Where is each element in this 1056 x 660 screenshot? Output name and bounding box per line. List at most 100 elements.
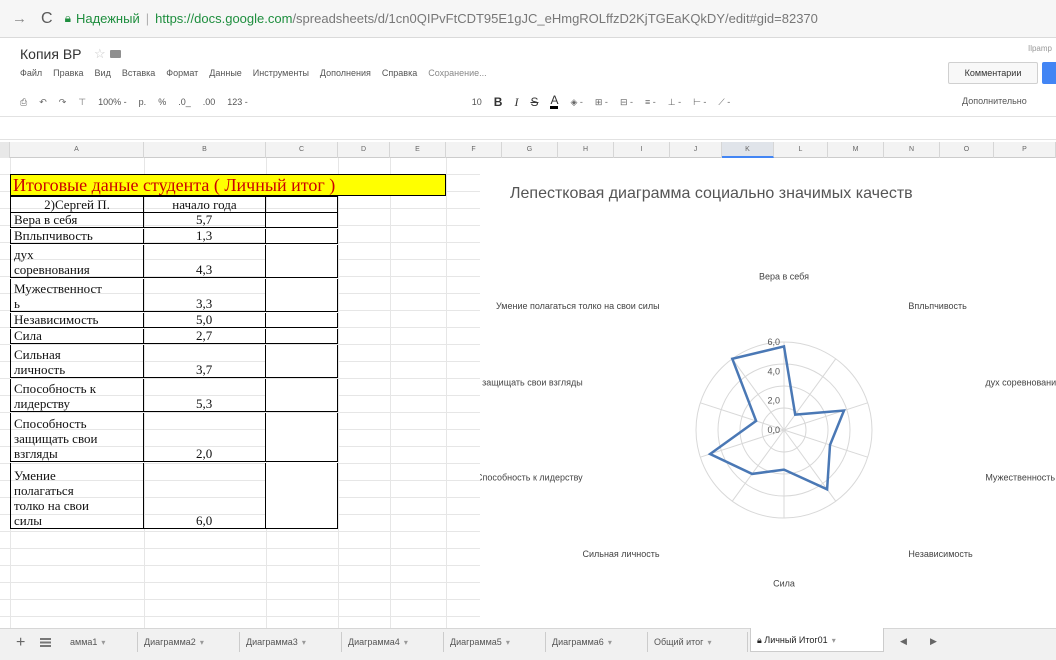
table-title[interactable]: Итоговые даные студента ( Личный итог ) [10,174,446,196]
column-header-p[interactable]: P [994,142,1056,158]
forward-icon[interactable]: → [12,10,27,27]
sheet-tab-5[interactable]: Диаграмма5 ▾ [444,632,546,652]
table-cell-value[interactable]: 5,0 [143,312,266,328]
table-cell-name[interactable]: Вера в себя [10,212,144,228]
increase-decimal-button[interactable]: .00 [203,97,216,107]
table-cell-value[interactable]: 1,3 [143,228,266,244]
table-cell-name[interactable]: Сильная личность [10,345,144,378]
share-button[interactable] [1042,62,1056,84]
sheet-tab-1[interactable]: амма1 ▾ [64,632,138,652]
italic-button[interactable]: I [514,95,518,110]
redo-icon[interactable]: ↷ [59,97,67,108]
scroll-right-icon[interactable]: ▶ [930,636,937,647]
sheet-tab-6[interactable]: Диаграмма6 ▾ [546,632,648,652]
menu-format[interactable]: Формат [166,68,198,78]
column-header-g[interactable]: G [502,142,558,158]
url-host[interactable]: https://docs.google.com [155,11,292,26]
table-cell-empty[interactable] [265,313,338,328]
column-header-l[interactable]: L [774,142,828,158]
table-cell-value[interactable]: 2,7 [143,328,266,344]
table-cell-empty[interactable] [265,463,338,529]
sheet-tab-2[interactable]: Диаграмма2 ▾ [138,632,240,652]
column-header-h[interactable]: H [558,142,614,158]
menu-insert[interactable]: Вставка [122,68,155,78]
column-header-k[interactable]: K [722,142,774,158]
column-header-e[interactable]: E [390,142,446,158]
sheet-tab-active[interactable]: 🔒︎ Личный Итог01 ▾ [750,628,884,652]
menu-addons[interactable]: Дополнения [320,68,371,78]
table-header-value[interactable]: начало года [143,196,266,213]
percent-button[interactable]: % [158,97,166,107]
column-header-m[interactable]: M [828,142,884,158]
table-cell-name[interactable]: Мужественност ь [10,279,144,312]
strikethrough-button[interactable]: S [530,95,538,109]
table-cell-empty[interactable] [265,229,338,244]
table-header-empty[interactable] [265,196,338,213]
sheet-tab-4[interactable]: Диаграмма4 ▾ [342,632,444,652]
menu-help[interactable]: Справка [382,68,417,78]
url-path[interactable]: /spreadsheets/d/1cn0QIPvFtCDT95E1gJC_eHm… [292,11,817,26]
menu-data[interactable]: Данные [209,68,242,78]
menu-view[interactable]: Вид [95,68,111,78]
table-cell-empty[interactable] [265,213,338,228]
column-header-a[interactable]: A [10,142,144,158]
column-header-j[interactable]: J [670,142,722,158]
number-format-select[interactable]: 123 - [227,97,248,107]
table-cell-empty[interactable] [265,379,338,412]
table-header-name[interactable]: 2)Сергей П. [10,196,144,213]
table-cell-value[interactable]: 6,0 [143,463,266,529]
column-header-n[interactable]: N [884,142,940,158]
table-cell-value[interactable]: 5,3 [143,379,266,412]
column-header-b[interactable]: B [144,142,266,158]
menu-tools[interactable]: Инструменты [253,68,309,78]
fill-color-icon[interactable]: ◈ - [570,97,582,108]
merge-cells-icon[interactable]: ⊟ - [620,97,633,108]
undo-icon[interactable]: ↶ [39,97,47,108]
document-title[interactable]: Копия ВР [20,46,82,62]
text-color-button[interactable]: A [550,94,559,109]
scroll-left-icon[interactable]: ◀ [900,636,907,647]
comments-button[interactable]: Комментарии [948,62,1038,84]
decrease-decimal-button[interactable]: .0_ [178,97,191,107]
more-button[interactable]: Дополнительно [962,96,1027,106]
reload-icon[interactable]: C [41,10,53,28]
table-cell-name[interactable]: Впльпчивость [10,228,144,244]
table-cell-value[interactable]: 3,3 [143,279,266,312]
table-cell-name[interactable]: дух соревнования [10,245,144,278]
table-cell-value[interactable]: 5,7 [143,212,266,228]
all-sheets-icon[interactable] [40,638,51,647]
column-header-c[interactable]: C [266,142,338,158]
print-icon[interactable]: ⎙ [20,97,27,108]
table-cell-empty[interactable] [265,413,338,462]
table-cell-name[interactable]: Сила [10,328,144,344]
table-cell-value[interactable]: 4,3 [143,245,266,278]
sheet-tab-3[interactable]: Диаграмма3 ▾ [240,632,342,652]
table-cell-name[interactable]: Умение полагаться толко на свои силы [10,463,144,529]
paint-format-icon[interactable]: ⊤ [78,97,86,108]
table-cell-empty[interactable] [265,329,338,344]
column-header-i[interactable]: I [614,142,670,158]
table-cell-name[interactable]: Способность защищать свои взгляды [10,413,144,462]
table-cell-value[interactable]: 2,0 [143,413,266,462]
folder-icon[interactable] [110,50,121,58]
column-header-f[interactable]: F [446,142,502,158]
rotate-icon[interactable]: ⟋ - [718,97,730,108]
table-cell-empty[interactable] [265,245,338,278]
column-header-o[interactable]: O [940,142,994,158]
table-cell-empty[interactable] [265,345,338,378]
table-cell-name[interactable]: Способность к лидерству [10,379,144,412]
select-all-corner[interactable] [0,142,10,158]
currency-button[interactable]: р. [139,97,147,107]
wrap-icon[interactable]: ⊢ - [693,97,706,108]
formula-bar[interactable] [0,116,1056,140]
font-size-select[interactable]: 10 [472,97,482,107]
menu-file[interactable]: Файл [20,68,42,78]
table-cell-name[interactable]: Независимость [10,312,144,328]
add-sheet-icon[interactable]: + [16,634,25,652]
valign-icon[interactable]: ⊥ - [668,97,681,108]
align-icon[interactable]: ≡ - [645,97,656,107]
table-cell-empty[interactable] [265,279,338,312]
sheet-tab-7[interactable]: Общий итог ▾ [648,632,748,652]
menu-edit[interactable]: Правка [53,68,83,78]
table-cell-value[interactable]: 3,7 [143,345,266,378]
